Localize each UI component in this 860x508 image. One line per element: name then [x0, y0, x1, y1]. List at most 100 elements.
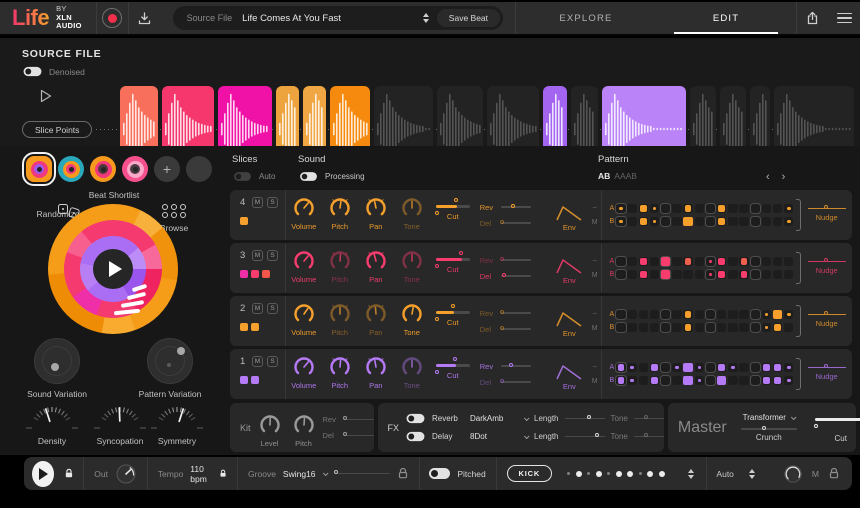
pattern-step[interactable]	[751, 376, 760, 385]
pan-knob[interactable]: Pan	[358, 301, 394, 346]
delay-length-slider[interactable]	[565, 436, 605, 438]
velocity-dot[interactable]	[576, 471, 582, 477]
output-m[interactable]: M	[589, 219, 601, 226]
pattern-step[interactable]	[683, 270, 692, 279]
velocity-dot[interactable]	[596, 471, 602, 477]
pattern-step[interactable]	[762, 217, 771, 226]
pattern-step[interactable]	[773, 217, 782, 226]
pattern-step[interactable]	[728, 310, 737, 319]
pattern-step[interactable]	[739, 310, 748, 319]
pattern-step[interactable]	[784, 204, 793, 213]
pattern-step[interactable]	[762, 257, 771, 266]
pattern-step[interactable]	[650, 257, 659, 266]
kit-pitch-knob[interactable]: Pitch	[287, 408, 321, 448]
cut-fader[interactable]: Cut	[430, 195, 476, 240]
pattern-step[interactable]	[627, 204, 636, 213]
export-button[interactable]	[797, 2, 829, 34]
pattern-step[interactable]	[784, 217, 793, 226]
delay-tone-slider[interactable]	[634, 436, 664, 438]
pattern-step[interactable]	[739, 257, 748, 266]
pattern-step[interactable]	[717, 310, 726, 319]
pattern-step[interactable]	[650, 204, 659, 213]
add-shortlist-button[interactable]: +	[154, 156, 180, 182]
pattern-step[interactable]	[728, 323, 737, 332]
source-play-button[interactable]	[40, 89, 52, 103]
nudge-slider[interactable]: Nudge	[801, 190, 852, 240]
pattern-step[interactable]	[728, 376, 737, 385]
slice-color-swatch[interactable]	[262, 270, 270, 278]
pattern-step[interactable]	[773, 376, 782, 385]
pattern-variation-current[interactable]: AB	[598, 171, 610, 181]
tab-edit[interactable]: EDIT	[656, 2, 796, 34]
rev-send[interactable]: Rev	[480, 362, 550, 371]
pan-knob[interactable]: Pan	[358, 248, 394, 293]
volume-knob[interactable]: Volume	[286, 248, 322, 293]
pattern-variation-alt[interactable]: AAAB	[614, 171, 637, 181]
pattern-step[interactable]	[672, 376, 681, 385]
slice-color-swatch[interactable]	[251, 376, 259, 384]
pattern-step[interactable]	[762, 204, 771, 213]
import-button[interactable]	[129, 2, 161, 34]
pattern-step[interactable]	[717, 323, 726, 332]
pattern-step[interactable]	[751, 310, 760, 319]
record-button[interactable]	[97, 2, 129, 34]
envelope-control[interactable]: Env	[550, 296, 589, 346]
pitch-knob[interactable]: Pitch	[322, 248, 358, 293]
velocity-dot[interactable]	[567, 472, 570, 475]
pattern-step[interactable]	[706, 257, 715, 266]
pattern-step[interactable]	[739, 217, 748, 226]
output-m[interactable]: M	[589, 378, 601, 385]
pattern-step[interactable]	[683, 310, 692, 319]
slices-auto-toggle[interactable]	[234, 172, 251, 181]
groove-lock-icon[interactable]	[397, 467, 409, 480]
pattern-step[interactable]	[661, 323, 670, 332]
pattern-step[interactable]	[672, 257, 681, 266]
pitch-knob[interactable]: Pitch	[322, 354, 358, 399]
velocity-dot[interactable]	[616, 471, 622, 477]
reverb-preset-select[interactable]: DarkAmb	[470, 414, 528, 423]
pattern-step[interactable]	[650, 310, 659, 319]
pattern-step[interactable]	[739, 363, 748, 372]
delay-toggle[interactable]	[407, 432, 425, 441]
volume-knob[interactable]: Volume	[286, 195, 322, 240]
pattern-step[interactable]	[695, 323, 704, 332]
pattern-step[interactable]	[695, 257, 704, 266]
pattern-step[interactable]	[661, 204, 670, 213]
pattern-step[interactable]	[751, 204, 760, 213]
pattern-step[interactable]	[661, 376, 670, 385]
pitch-knob[interactable]: Pitch	[322, 301, 358, 346]
pattern-step[interactable]	[784, 376, 793, 385]
mute-button[interactable]: M	[252, 250, 263, 261]
reverb-toggle[interactable]	[407, 414, 425, 423]
kit-rev-send[interactable]: Rev	[323, 415, 374, 424]
slice-color-swatch[interactable]	[240, 217, 248, 225]
slice-color-swatch[interactable]	[240, 376, 248, 384]
pattern-step[interactable]	[717, 270, 726, 279]
syncopation-gauge[interactable]: Syncopation	[92, 403, 148, 446]
velocity-dots[interactable]	[567, 471, 665, 477]
kit-del-send[interactable]: Del	[323, 431, 374, 440]
pattern-step[interactable]	[706, 310, 715, 319]
pattern-step[interactable]	[728, 270, 737, 279]
velocity-dot[interactable]	[587, 472, 590, 475]
pattern-step[interactable]	[695, 204, 704, 213]
pattern-step[interactable]	[728, 363, 737, 372]
pattern-step[interactable]	[627, 270, 636, 279]
pan-knob[interactable]: Pan	[358, 354, 394, 399]
tab-explore[interactable]: EXPLORE	[516, 2, 656, 34]
pattern-step[interactable]	[739, 270, 748, 279]
auto-stepper[interactable]	[749, 469, 755, 479]
pan-knob[interactable]: Pan	[358, 195, 394, 240]
pattern-step[interactable]	[695, 363, 704, 372]
pattern-step[interactable]	[762, 270, 771, 279]
solo-button[interactable]: S	[267, 197, 278, 208]
pattern-step[interactable]	[784, 257, 793, 266]
envelope-control[interactable]: Env	[550, 349, 589, 399]
pattern-step[interactable]	[639, 217, 648, 226]
pattern-step[interactable]	[616, 376, 625, 385]
transport-lock-icon[interactable]	[64, 467, 74, 480]
pattern-step[interactable]	[683, 376, 692, 385]
mute-button[interactable]: M	[252, 197, 263, 208]
sound-variation-knob[interactable]	[34, 338, 80, 384]
velocity-dot[interactable]	[639, 472, 642, 475]
